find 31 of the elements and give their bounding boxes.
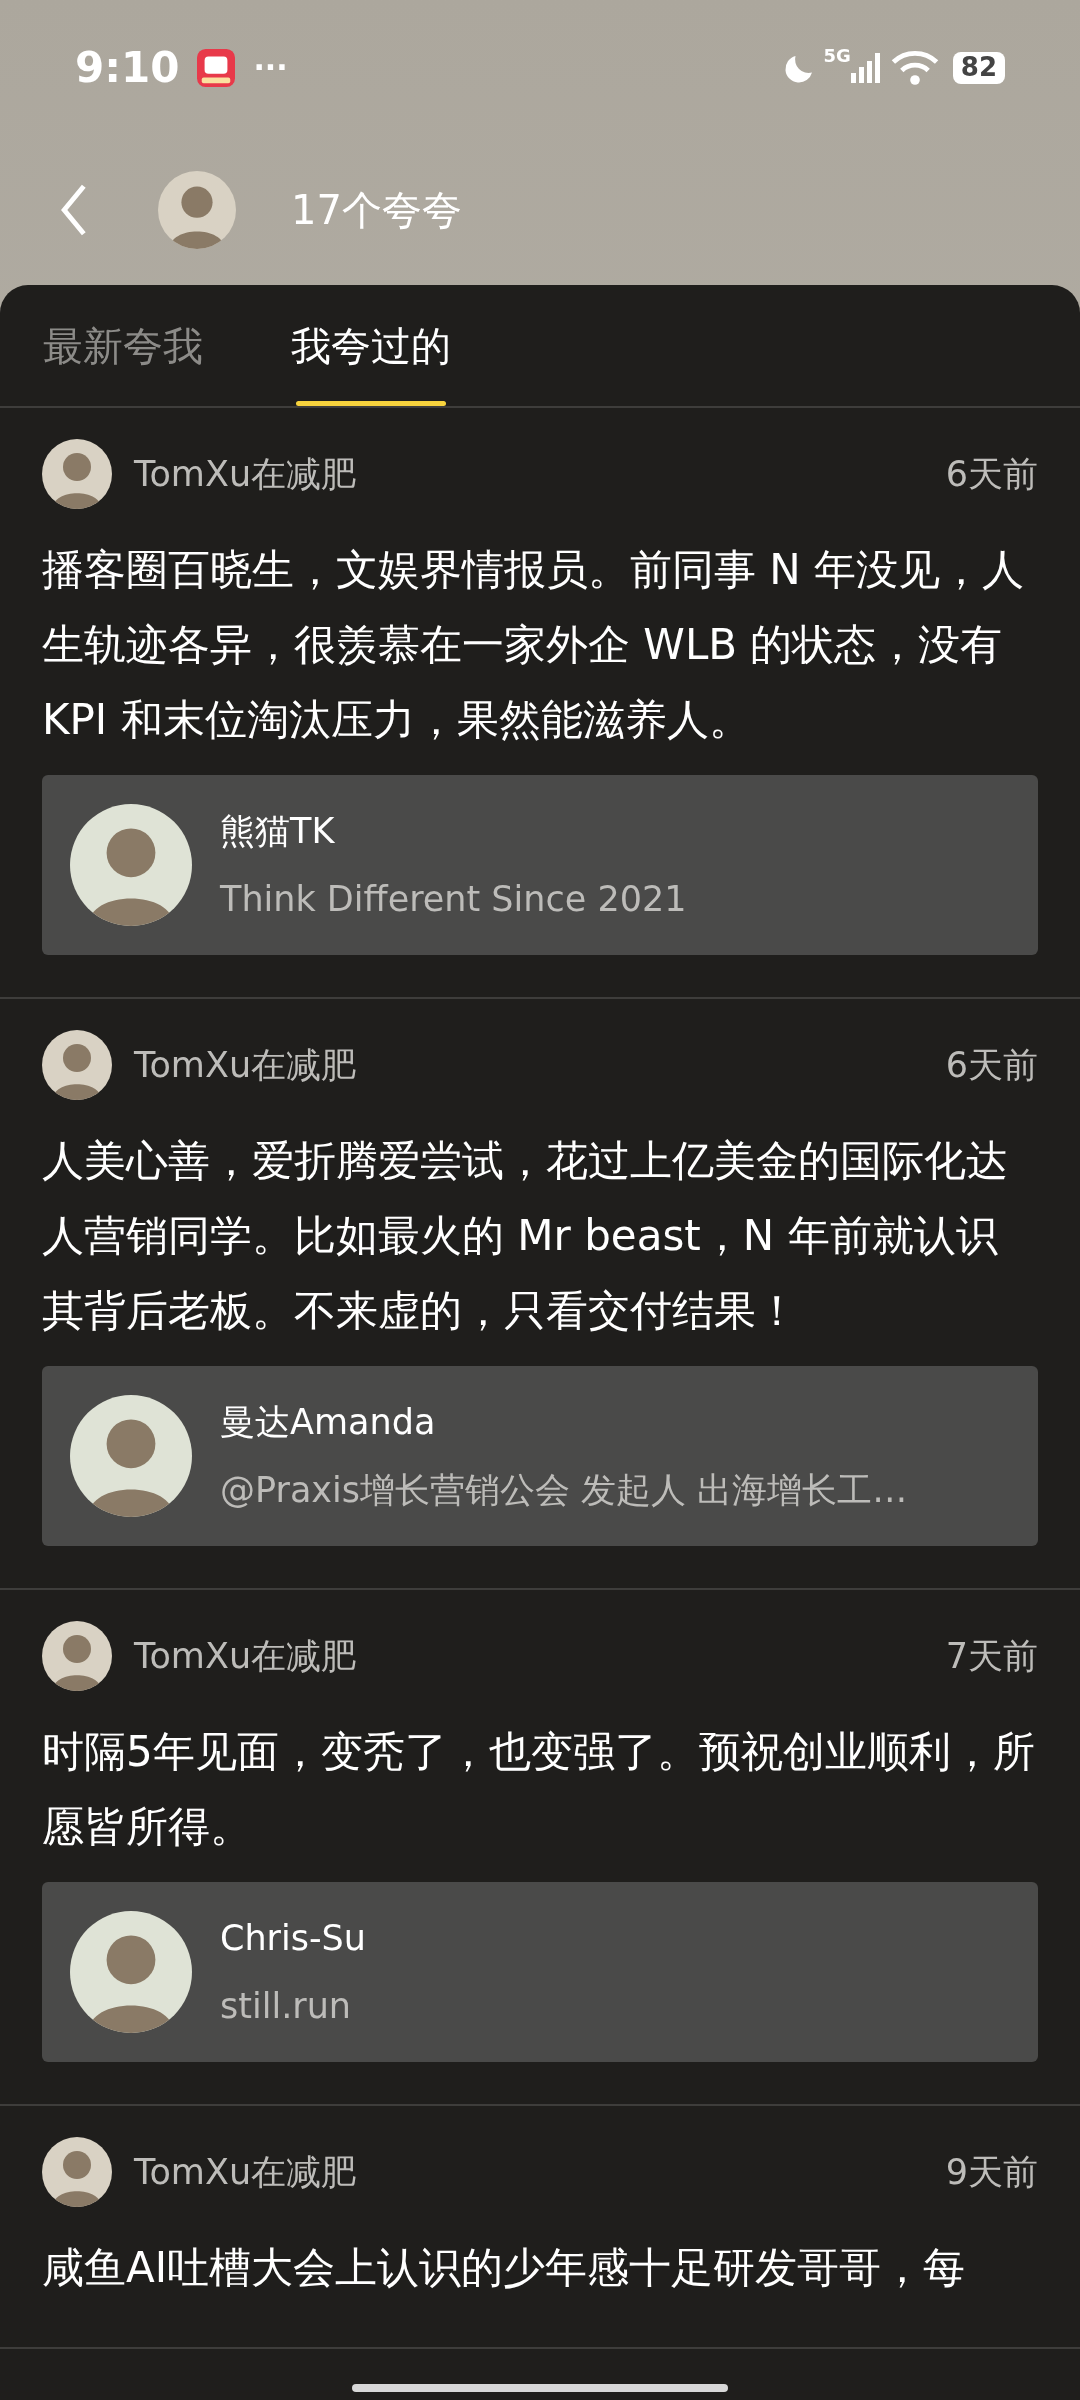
status-time: 9:10 xyxy=(75,42,180,94)
post-text: 人美心善，爱折腾爱尝试，花过上亿美金的国际化达人营销同学。比如最火的 Mr beast，N 年前就认识其背后老板。不来虚的，只看交付结果！ xyxy=(42,1135,1009,1337)
post-time: 6天前 xyxy=(945,1043,1038,1087)
signal-icon xyxy=(850,51,881,84)
post-time: 9天前 xyxy=(945,2150,1038,2194)
profile-card[interactable]: 曼达Amanda @Praxis增长营销公会 发起人 出海增长工… xyxy=(42,1366,1038,1546)
post-text: 播客圈百晓生，文娱界情报员。前同事 N 年没见，人生轨迹各异，很羡慕在一家外企 WLB 的状态，没有 KPI 和末位淘汰压力，果然能滋养人。 xyxy=(42,544,1026,746)
wifi-icon xyxy=(890,49,939,86)
app-notification-icon xyxy=(197,48,236,87)
author-name[interactable]: TomXu在减肥 xyxy=(134,1629,357,1683)
author-name[interactable]: TomXu在减肥 xyxy=(134,2145,357,2199)
profile-name: 曼达Amanda xyxy=(220,1400,437,1444)
more-notifications: ··· xyxy=(253,49,288,87)
profile-card[interactable]: Chris-Su still.run xyxy=(42,1882,1038,2062)
post-text: 时隔5年见面，变秃了，也变强了。预祝创业顺利，所愿皆所得。 xyxy=(42,1726,1036,1853)
profile-name: Chris-Su xyxy=(220,1916,366,1960)
profile-bio: still.run xyxy=(220,1985,352,2028)
tab[interactable]: 我夸过的 xyxy=(291,285,451,406)
post-time: 6天前 xyxy=(945,452,1038,496)
network-type: 5G xyxy=(823,44,851,68)
profile-bio: Think Different Since 2021 xyxy=(220,878,687,921)
post-text: 咸鱼AI吐槽大会上认识的少年感十足研发哥哥，每 xyxy=(42,2242,967,2294)
page-title: 17个夸夸 xyxy=(291,186,462,235)
profile-name: 熊猫TK xyxy=(220,809,336,853)
tab[interactable]: 最新夸我 xyxy=(43,285,203,406)
battery-indicator: 82 xyxy=(952,51,1005,84)
profile-card[interactable]: 熊猫TK Think Different Since 2021 xyxy=(42,775,1038,955)
author-name[interactable]: TomXu在减肥 xyxy=(134,1038,357,1092)
author-name[interactable]: TomXu在减肥 xyxy=(134,447,357,501)
profile-bio: @Praxis增长营销公会 发起人 出海增长工… xyxy=(220,1469,908,1512)
post-time: 7天前 xyxy=(945,1634,1038,1678)
